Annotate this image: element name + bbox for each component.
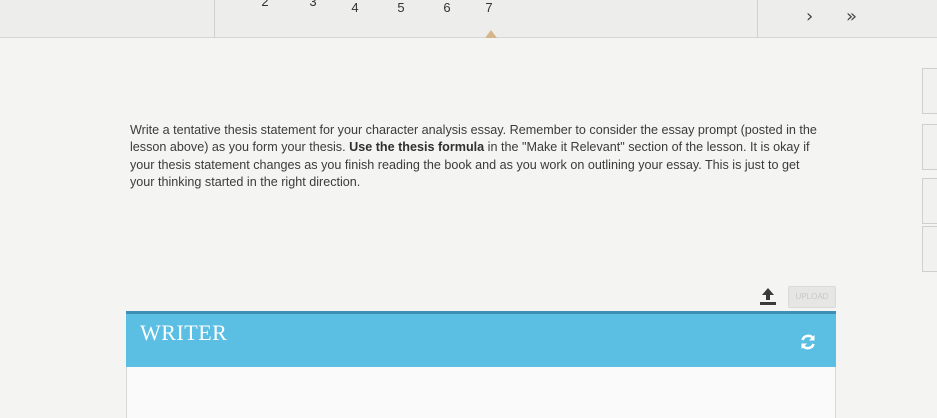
- writer-panel-header: WRITER: [126, 311, 836, 367]
- page-number-3[interactable]: 3: [303, 0, 323, 9]
- prompt-text-bold: Use the thesis formula: [349, 140, 485, 155]
- side-panel-tab-3[interactable]: [922, 178, 937, 224]
- side-panel-tab-4[interactable]: [922, 226, 937, 272]
- page-number-7[interactable]: 7: [479, 0, 499, 15]
- upload-button[interactable]: UPLOAD: [788, 286, 836, 308]
- refresh-icon[interactable]: [798, 332, 818, 352]
- page-number-2[interactable]: 2: [255, 0, 275, 9]
- writer-text-area[interactable]: [126, 367, 836, 418]
- page-number-4[interactable]: 4: [345, 0, 365, 15]
- top-navigation-bar: 2 3 4 5 6 7 › »: [0, 0, 937, 38]
- upload-icon[interactable]: [757, 285, 779, 307]
- side-panel-tab-1[interactable]: [922, 68, 937, 114]
- last-page-button[interactable]: »: [846, 6, 857, 27]
- page-number-5[interactable]: 5: [391, 0, 411, 15]
- writer-title: WRITER: [140, 320, 228, 345]
- active-page-marker: [485, 30, 497, 38]
- page-number-6[interactable]: 6: [437, 0, 457, 15]
- next-page-button[interactable]: ›: [806, 6, 813, 27]
- side-panel-tab-2[interactable]: [922, 124, 937, 170]
- assignment-prompt: Write a tentative thesis statement for y…: [130, 122, 820, 192]
